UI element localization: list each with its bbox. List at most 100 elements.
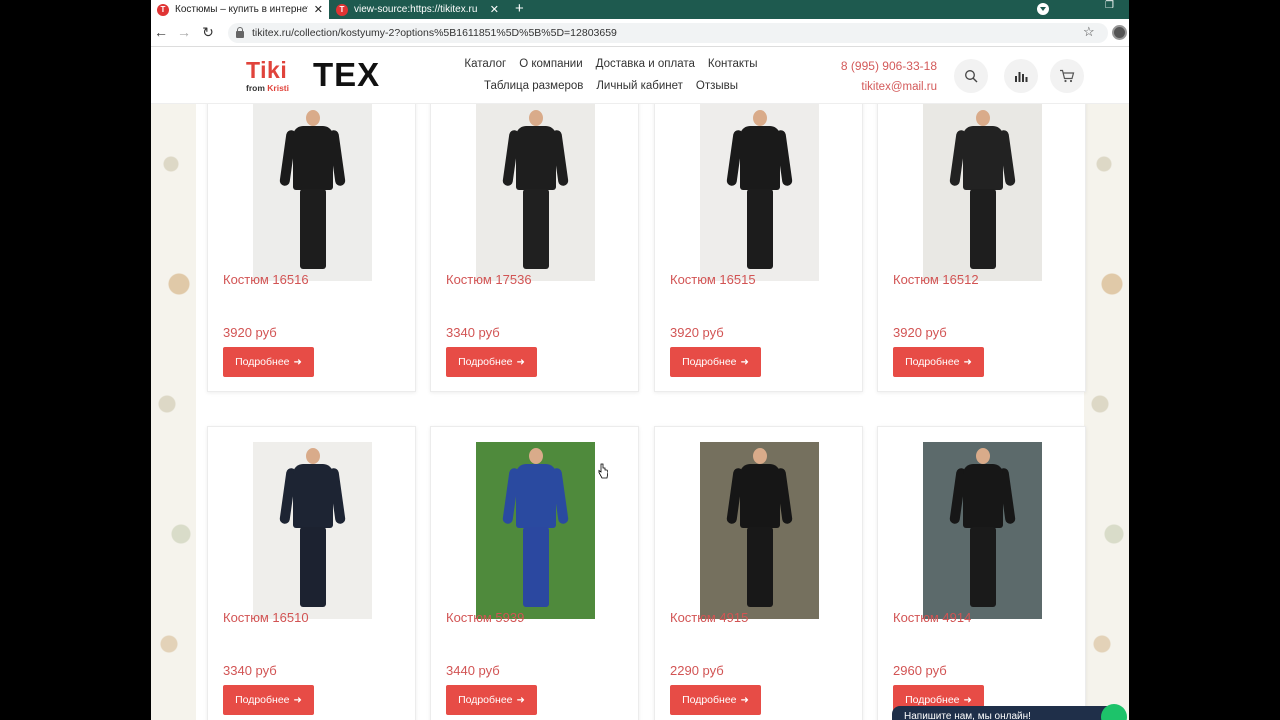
browser-toolbar: ← → ↻ tikitex.ru/collection/kostyumy-2?o…: [151, 19, 1129, 47]
address-bar[interactable]: tikitex.ru/collection/kostyumy-2?options…: [228, 23, 1108, 43]
email-link[interactable]: tikitex@mail.ru: [811, 81, 937, 93]
product-card[interactable]: Костюм 16512 3920 руб Подробнее ➜: [877, 104, 1086, 392]
nav-catalog[interactable]: Каталог: [464, 58, 506, 80]
product-card[interactable]: Костюм 4915 2290 руб Подробнее ➜: [654, 426, 863, 720]
details-button[interactable]: Подробнее ➜: [670, 347, 761, 377]
tab-title: Костюмы – купить в интернет м: [175, 4, 308, 15]
arrow-right-icon: ➜: [963, 356, 972, 368]
product-price: 3340 руб: [446, 325, 500, 340]
model-head: [528, 110, 543, 126]
arrow-right-icon: ➜: [740, 694, 749, 706]
details-button[interactable]: Подробнее ➜: [446, 685, 537, 715]
phone-link[interactable]: 8 (995) 906-33-18: [841, 59, 937, 73]
nav-delivery[interactable]: Доставка и оплата: [596, 58, 695, 80]
browser-window: T Костюмы – купить в интернет м ✕ T view…: [151, 0, 1129, 720]
bookmark-star-icon[interactable]: ☆: [1083, 24, 1095, 40]
reload-icon[interactable]: ↻: [200, 24, 216, 41]
product-photo[interactable]: [476, 442, 595, 619]
model-pants: [522, 527, 549, 607]
site-favicon-icon: T: [157, 3, 169, 16]
tab-title: view-source:https://tikitex.ru: [354, 4, 478, 15]
chat-label: Напишите нам, мы онлайн!: [904, 711, 1031, 720]
details-button[interactable]: Подробнее ➜: [223, 685, 314, 715]
product-name[interactable]: Костюм 16512: [893, 272, 979, 287]
product-name[interactable]: Костюм 17536: [446, 272, 532, 287]
product-name[interactable]: Костюм 4915: [670, 610, 748, 625]
product-price: 3920 руб: [223, 325, 277, 340]
details-button[interactable]: Подробнее ➜: [893, 347, 984, 377]
details-label: Подробнее: [682, 356, 737, 368]
nav-size-table[interactable]: Таблица размеров: [484, 80, 583, 102]
nav-contacts[interactable]: Контакты: [708, 58, 758, 80]
details-button[interactable]: Подробнее ➜: [446, 347, 537, 377]
details-button[interactable]: Подробнее ➜: [223, 347, 314, 377]
product-name[interactable]: Костюм 16516: [223, 272, 309, 287]
tab-search-icon[interactable]: [1037, 3, 1049, 15]
window-restore-icon[interactable]: ❐: [1105, 0, 1114, 11]
logo-sub: from Kristi: [246, 83, 289, 93]
model-pants: [522, 189, 549, 269]
product-card[interactable]: Костюм 16510 3340 руб Подробнее ➜: [207, 426, 416, 720]
background-pattern-left: [151, 104, 196, 720]
profile-avatar[interactable]: [1112, 25, 1127, 40]
details-label: Подробнее: [682, 694, 737, 706]
arrow-right-icon: ➜: [740, 356, 749, 368]
site-logo[interactable]: Tiki from Kristi TEX: [246, 56, 396, 95]
lock-icon: [236, 27, 244, 38]
back-icon[interactable]: ←: [153, 24, 169, 40]
tab-strip: T Костюмы – купить в интернет м ✕ T view…: [151, 0, 1129, 19]
details-label: Подробнее: [235, 356, 290, 368]
cart-button[interactable]: [1050, 59, 1084, 93]
product-photo[interactable]: [253, 104, 372, 281]
product-name[interactable]: Костюм 16515: [670, 272, 756, 287]
logo-tiki: Tiki: [246, 57, 288, 83]
model-head: [752, 110, 767, 126]
header-contacts: 8 (995) 906-33-18 tikitex@mail.ru: [811, 59, 937, 93]
product-name[interactable]: Костюм 16510: [223, 610, 309, 625]
model-jacket: [739, 464, 780, 528]
model-head: [975, 448, 990, 464]
product-photo[interactable]: [923, 104, 1042, 281]
product-photo[interactable]: [476, 104, 595, 281]
model-head: [752, 448, 767, 464]
tab-active[interactable]: T Костюмы – купить в интернет м ✕: [151, 0, 329, 19]
product-name[interactable]: Костюм 5939: [446, 610, 524, 625]
chat-widget[interactable]: Напишите нам, мы онлайн!: [892, 706, 1122, 720]
background-pattern-right: [1084, 104, 1129, 720]
product-photo[interactable]: [700, 104, 819, 281]
compare-button[interactable]: [1004, 59, 1038, 93]
tab-inactive[interactable]: T view-source:https://tikitex.ru ✕: [330, 0, 505, 19]
cart-icon: [1060, 69, 1075, 83]
nav-account[interactable]: Личный кабинет: [596, 80, 683, 102]
nav-about[interactable]: О компании: [519, 58, 582, 80]
close-tab-icon[interactable]: ✕: [314, 3, 323, 16]
model-pants: [299, 189, 326, 269]
product-card[interactable]: Костюм 17536 3340 руб Подробнее ➜: [430, 104, 639, 392]
details-label: Подробнее: [235, 694, 290, 706]
product-card[interactable]: Костюм 4914 2960 руб Подробнее ➜: [877, 426, 1086, 720]
details-label: Подробнее: [905, 356, 960, 368]
catalog-content: Костюм 16516 3920 руб Подробнее ➜ Костюм 175…: [151, 104, 1129, 720]
new-tab-icon[interactable]: +: [515, 0, 524, 19]
model-jacket: [739, 126, 780, 190]
site-header: Tiki from Kristi TEX Каталог О компании …: [151, 47, 1129, 104]
product-card[interactable]: Костюм 16515 3920 руб Подробнее ➜: [654, 104, 863, 392]
url-text: tikitex.ru/collection/kostyumy-2?options…: [252, 27, 617, 39]
logo-tex: TEX: [313, 56, 381, 93]
product-photo[interactable]: [253, 442, 372, 619]
model-head: [528, 448, 543, 464]
arrow-right-icon: ➜: [516, 356, 525, 368]
search-button[interactable]: [954, 59, 988, 93]
model-pants: [969, 189, 996, 269]
model-jacket: [962, 126, 1003, 190]
nav-reviews[interactable]: Отзывы: [696, 80, 738, 102]
product-photo[interactable]: [923, 442, 1042, 619]
forward-icon[interactable]: →: [176, 24, 192, 40]
model-head: [975, 110, 990, 126]
product-name[interactable]: Костюм 4914: [893, 610, 971, 625]
product-photo[interactable]: [700, 442, 819, 619]
details-button[interactable]: Подробнее ➜: [670, 685, 761, 715]
product-card[interactable]: Костюм 16516 3920 руб Подробнее ➜: [207, 104, 416, 392]
close-tab-icon[interactable]: ✕: [490, 3, 499, 16]
product-price: 2290 руб: [670, 663, 724, 678]
